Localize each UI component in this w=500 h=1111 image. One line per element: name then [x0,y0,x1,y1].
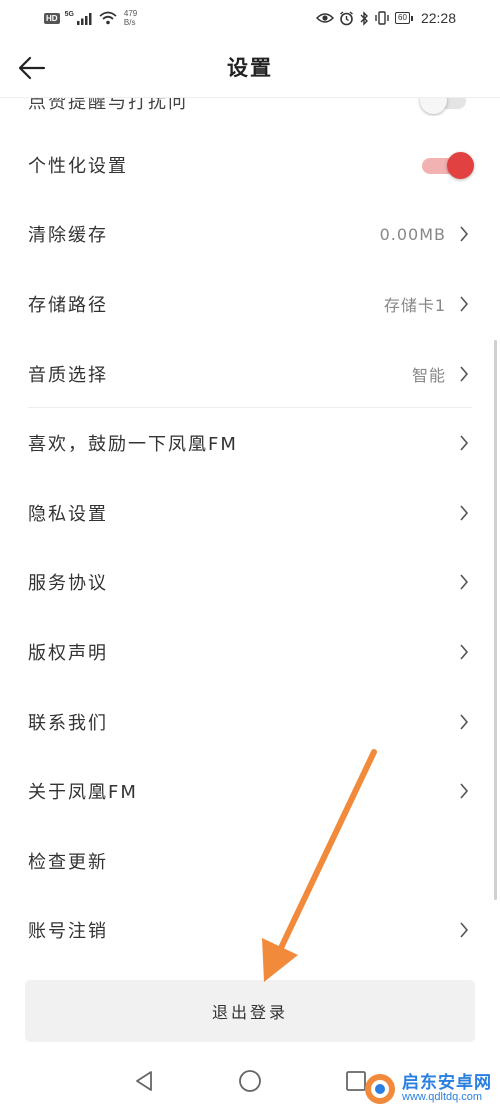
settings-row-label: 隐私设置 [28,503,108,525]
settings-row-personalization[interactable]: 个性化设置 [0,130,500,200]
chevron-right-icon [456,922,472,938]
bluetooth-icon [360,10,369,26]
battery-indicator: 60 [395,12,413,24]
chevron-right-icon [456,574,472,590]
settings-row-copyright[interactable]: 版权声明 [0,617,500,687]
watermark: 启东安卓网 www.qdltdq.com [364,1073,492,1105]
settings-row-audio-quality[interactable]: 音质选择 智能 [0,339,500,409]
watermark-text: 启东安卓网 www.qdltdq.com [402,1074,492,1103]
scrollbar[interactable] [494,340,497,900]
chevron-right-icon [456,366,472,382]
settings-row-label: 喜欢，鼓励一下凤凰FM [28,434,238,456]
watermark-name: 启东安卓网 [402,1073,492,1093]
toggle-knob [420,98,447,114]
chevron-right-icon [456,783,472,799]
settings-row-label: 账号注销 [28,921,108,943]
status-time: 22:28 [420,10,456,26]
settings-row-contact-us[interactable]: 联系我们 [0,687,500,757]
status-bar-right: 60 22:28 [316,10,456,26]
status-bar-left: HD 5G 479 B/s [44,9,137,27]
network-type: 5G [64,10,74,18]
chevron-right-icon [456,505,472,521]
settings-row-label: 存储路径 [28,294,108,316]
alarm-icon [340,10,353,25]
back-arrow-icon [18,56,46,80]
chevron-right-icon [456,296,472,312]
signal-icon [76,12,92,25]
settings-row-clear-cache[interactable]: 清除缓存 0.00MB [0,200,500,270]
settings-row-label: 点赞提醒与打扰问 [28,98,188,113]
settings-row-label: 清除缓存 [28,225,108,247]
nav-back-icon [136,1070,152,1091]
audio-quality-value: 智能 [411,365,446,385]
settings-row-storage-path[interactable]: 存储路径 存储卡1 [0,269,500,339]
eye-icon [316,13,335,23]
settings-row-service-agreement[interactable]: 服务协议 [0,548,500,618]
wifi-icon [99,11,117,25]
chevron-right-icon [456,226,472,242]
watermark-url: www.qdltdq.com [402,1091,483,1104]
settings-row-about[interactable]: 关于凤凰FM [0,756,500,826]
nav-home-button[interactable] [232,1063,268,1099]
settings-row-label: 个性化设置 [28,155,128,177]
settings-row-label: 关于凤凰FM [28,782,138,804]
settings-row-rate-app[interactable]: 喜欢，鼓励一下凤凰FM [0,408,500,478]
settings-row-check-update[interactable]: 检查更新 [0,826,500,896]
watermark-logo-icon [365,1074,395,1104]
cache-size-value: 0.00MB [379,224,446,244]
logout-button[interactable]: 退出登录 [25,980,475,1042]
status-bar: HD 5G 479 B/s 60 22:28 [0,0,500,36]
toggle-knob [447,151,474,179]
cut-off-toggle[interactable] [420,98,472,114]
settings-row-privacy[interactable]: 隐私设置 [0,478,500,548]
settings-row-label: 服务协议 [28,573,108,595]
speed-unit: B/s [123,18,136,27]
settings-row-label: 联系我们 [28,712,108,734]
settings-row-label: 音质选择 [28,364,108,386]
settings-row-label: 版权声明 [28,642,108,664]
chevron-right-icon [456,644,472,660]
nav-back-button[interactable] [126,1063,162,1099]
page-title: 设置 [227,55,273,80]
vibrate-icon [375,11,389,25]
nav-home-icon [239,1069,261,1092]
settings-list: 点赞提醒与打扰问 个性化设置 清除缓存 0.00MB 存储路径 存储卡1 音质选… [0,98,500,965]
settings-row-delete-account[interactable]: 账号注销 [0,896,500,966]
network-speed: 479 B/s [124,9,137,27]
personalization-toggle[interactable] [420,151,474,179]
chevron-right-icon [456,435,472,451]
settings-row-label: 检查更新 [28,851,108,873]
hd-badge: HD [44,12,60,24]
settings-row-cut-off[interactable]: 点赞提醒与打扰问 [0,98,500,116]
speed-value: 479 [123,9,138,18]
chevron-right-icon [456,714,472,730]
storage-path-value: 存储卡1 [383,295,446,315]
back-button[interactable] [14,50,50,86]
title-bar: 设置 [0,36,500,98]
